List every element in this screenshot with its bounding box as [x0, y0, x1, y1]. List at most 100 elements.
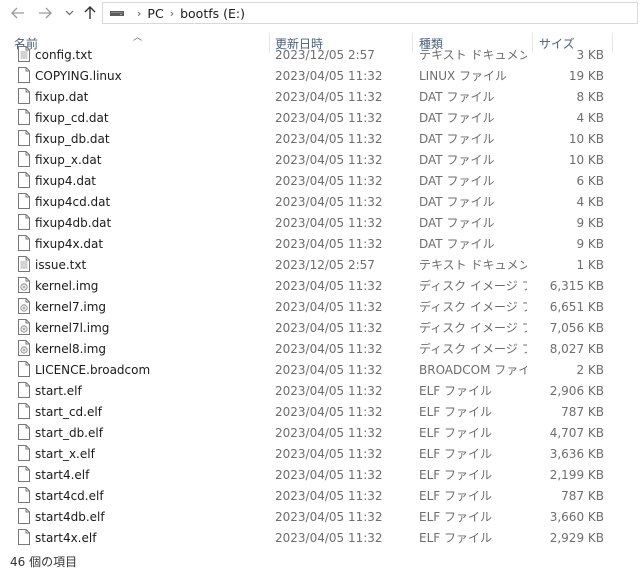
file-modified-date: 2023/04/05 11:32: [275, 362, 383, 377]
back-arrow-icon: [11, 7, 24, 19]
back-button[interactable]: [8, 3, 28, 23]
file-type: ディスク イメージ ファ...: [419, 342, 527, 356]
file-name: kernel7.img: [35, 299, 107, 314]
file-row[interactable]: issue.txt 2023/12/05 2:57 テキスト ドキュメント 1 …: [0, 254, 642, 275]
address-bar[interactable]: › PC › bootfs (E:): [102, 2, 638, 24]
file-modified-date: 2023/04/05 11:32: [275, 194, 383, 209]
file-modified-date: 2023/12/05 2:57: [275, 47, 375, 62]
file-row[interactable]: fixup_x.dat 2023/04/05 11:32 DAT ファイル 10…: [0, 149, 642, 170]
file-icon: [18, 487, 30, 503]
file-name: start_cd.elf: [35, 404, 102, 419]
file-modified-date: 2023/04/05 11:32: [275, 383, 383, 398]
file-row[interactable]: config.txt 2023/12/05 2:57 テキスト ドキュメント 3…: [0, 44, 642, 65]
file-row[interactable]: fixup4cd.dat 2023/04/05 11:32 DAT ファイル 4…: [0, 191, 642, 212]
file-name: COPYING.linux: [35, 68, 122, 83]
up-button[interactable]: [81, 3, 99, 23]
file-row[interactable]: start4cd.elf 2023/04/05 11:32 ELF ファイル 7…: [0, 485, 642, 506]
file-row[interactable]: fixup_db.dat 2023/04/05 11:32 DAT ファイル 1…: [0, 128, 642, 149]
file-icon: [18, 466, 30, 482]
file-type: DAT ファイル: [419, 237, 495, 251]
file-row[interactable]: kernel.img 2023/04/05 11:32 ディスク イメージ ファ…: [0, 275, 642, 296]
file-type: DAT ファイル: [419, 111, 495, 125]
file-row[interactable]: kernel7l.img 2023/04/05 11:32 ディスク イメージ …: [0, 317, 642, 338]
file-row[interactable]: LICENCE.broadcom 2023/04/05 11:32 BROADC…: [0, 359, 642, 380]
file-type: BROADCOM ファイル: [419, 363, 527, 377]
disk-image-icon: [18, 277, 30, 293]
file-type: DAT ファイル: [419, 132, 495, 146]
text-file-icon: [18, 46, 30, 62]
file-name: start4.elf: [35, 467, 90, 482]
file-size: 7,056 KB: [549, 320, 604, 335]
file-name: fixup_cd.dat: [35, 110, 109, 125]
breadcrumb-current[interactable]: bootfs (E:): [180, 6, 245, 21]
file-row[interactable]: fixup4db.dat 2023/04/05 11:32 DAT ファイル 9…: [0, 212, 642, 233]
breadcrumb-separator-icon: ›: [137, 6, 142, 20]
disk-image-icon: [18, 319, 30, 335]
file-icon: [18, 361, 30, 377]
file-name: fixup4x.dat: [35, 236, 104, 251]
file-size: 2,199 KB: [549, 467, 604, 482]
file-row[interactable]: kernel8.img 2023/04/05 11:32 ディスク イメージ フ…: [0, 338, 642, 359]
file-modified-date: 2023/04/05 11:32: [275, 110, 383, 125]
file-row[interactable]: start4.elf 2023/04/05 11:32 ELF ファイル 2,1…: [0, 464, 642, 485]
file-icon: [18, 382, 30, 398]
file-size: 19 KB: [568, 68, 604, 83]
file-modified-date: 2023/04/05 11:32: [275, 509, 383, 524]
file-modified-date: 2023/04/05 11:32: [275, 404, 383, 419]
file-type: ディスク イメージ ファ...: [419, 279, 527, 293]
file-modified-date: 2023/04/05 11:32: [275, 530, 383, 545]
file-name: start4cd.elf: [35, 488, 104, 503]
file-name: fixup_x.dat: [35, 152, 102, 167]
file-icon: [18, 67, 30, 83]
file-row[interactable]: start_db.elf 2023/04/05 11:32 ELF ファイル 4…: [0, 422, 642, 443]
disk-image-icon: [18, 340, 30, 356]
file-modified-date: 2023/12/05 2:57: [275, 257, 375, 272]
file-size: 10 KB: [568, 152, 604, 167]
file-name: fixup4cd.dat: [35, 194, 111, 209]
file-size: 8,027 KB: [549, 341, 604, 356]
file-row[interactable]: start_x.elf 2023/04/05 11:32 ELF ファイル 3,…: [0, 443, 642, 464]
file-name: start.elf: [35, 383, 82, 398]
file-type: ELF ファイル: [419, 510, 492, 524]
recent-locations-button[interactable]: [62, 3, 76, 23]
file-type: ELF ファイル: [419, 447, 492, 461]
file-type: ELF ファイル: [419, 468, 492, 482]
file-row[interactable]: fixup_cd.dat 2023/04/05 11:32 DAT ファイル 4…: [0, 107, 642, 128]
file-type: ELF ファイル: [419, 531, 492, 545]
file-modified-date: 2023/04/05 11:32: [275, 215, 383, 230]
file-name: fixup_db.dat: [35, 131, 110, 146]
file-row[interactable]: fixup.dat 2023/04/05 11:32 DAT ファイル 8 KB: [0, 86, 642, 107]
file-row[interactable]: fixup4.dat 2023/04/05 11:32 DAT ファイル 6 K…: [0, 170, 642, 191]
file-row[interactable]: start4db.elf 2023/04/05 11:32 ELF ファイル 3…: [0, 506, 642, 527]
file-type: DAT ファイル: [419, 90, 495, 104]
file-row[interactable]: start.elf 2023/04/05 11:32 ELF ファイル 2,90…: [0, 380, 642, 401]
file-icon: [18, 214, 30, 230]
file-size: 4,707 KB: [549, 425, 604, 440]
breadcrumb-pc[interactable]: PC: [147, 6, 163, 21]
file-name: LICENCE.broadcom: [35, 362, 151, 377]
file-icon: [18, 424, 30, 440]
file-type: DAT ファイル: [419, 216, 495, 230]
file-type: DAT ファイル: [419, 153, 495, 167]
file-row[interactable]: fixup4x.dat 2023/04/05 11:32 DAT ファイル 9 …: [0, 233, 642, 254]
file-type: テキスト ドキュメント: [419, 48, 527, 62]
file-size: 2,906 KB: [549, 383, 604, 398]
file-size: 3,636 KB: [549, 446, 604, 461]
file-modified-date: 2023/04/05 11:32: [275, 89, 383, 104]
file-modified-date: 2023/04/05 11:32: [275, 488, 383, 503]
file-name: kernel8.img: [35, 341, 107, 356]
file-row[interactable]: start_cd.elf 2023/04/05 11:32 ELF ファイル 7…: [0, 401, 642, 422]
file-row[interactable]: start4x.elf 2023/04/05 11:32 ELF ファイル 2,…: [0, 527, 642, 548]
file-row[interactable]: kernel7.img 2023/04/05 11:32 ディスク イメージ フ…: [0, 296, 642, 317]
file-name: start_x.elf: [35, 446, 95, 461]
forward-button[interactable]: [35, 3, 55, 23]
file-size: 2,929 KB: [549, 530, 604, 545]
navigation-bar: › PC › bootfs (E:): [0, 0, 642, 26]
file-size: 8 KB: [576, 89, 604, 104]
file-name: start4db.elf: [35, 509, 105, 524]
file-row[interactable]: COPYING.linux 2023/04/05 11:32 LINUX ファイ…: [0, 65, 642, 86]
file-size: 9 KB: [576, 236, 604, 251]
file-modified-date: 2023/04/05 11:32: [275, 278, 383, 293]
file-modified-date: 2023/04/05 11:32: [275, 68, 383, 83]
status-bar: 46 個の項目: [10, 552, 77, 570]
